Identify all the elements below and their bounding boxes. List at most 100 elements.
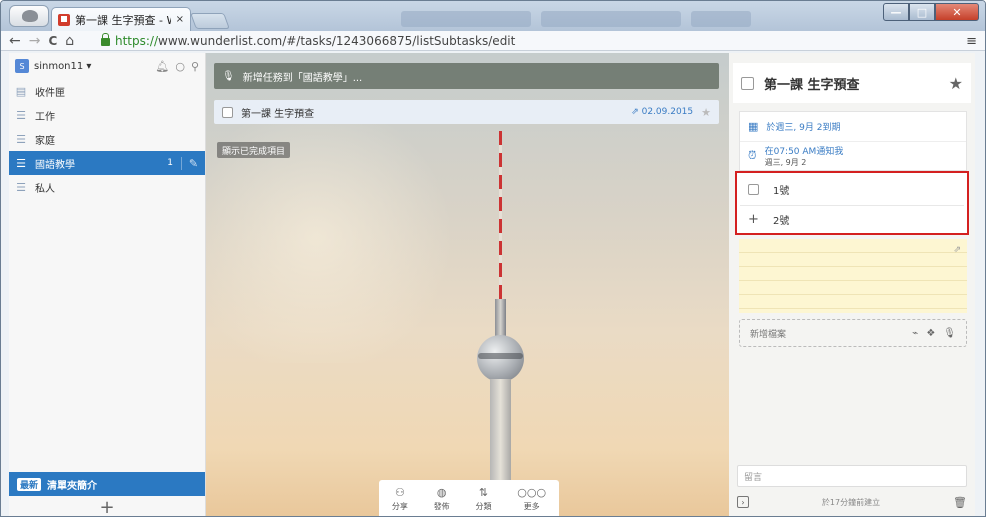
task-checkbox[interactable] — [222, 106, 233, 118]
due-date-text: 於週三, 9月 2到期 — [766, 123, 841, 133]
more-icon: ○○○ — [517, 486, 547, 499]
collapse-detail-icon[interactable]: › — [737, 496, 749, 508]
tv-tower-top — [495, 299, 506, 339]
folders-intro-banner[interactable]: 最新 清單夾簡介 — [9, 472, 205, 496]
created-time: 於17分鐘前建立 — [821, 497, 881, 507]
task-title: 第一課 生字預查 — [241, 108, 315, 120]
menu-icon[interactable]: ≡ — [966, 34, 977, 49]
sidebar-item-work[interactable]: ☰ 工作 — [9, 103, 205, 127]
share-button[interactable]: ⚇ 分享 — [392, 486, 408, 512]
dropbox-icon[interactable]: ❖ — [926, 328, 935, 339]
lock-icon — [101, 33, 110, 46]
list-toolbar: ⚇ 分享 ◍ 發佈 ⇅ 分類 ○○○ 更多 — [379, 480, 559, 516]
sidebar-item-family[interactable]: ☰ 家庭 — [9, 127, 205, 151]
maximize-button[interactable]: □ — [909, 3, 935, 21]
sidebar-item-label: 私人 — [35, 183, 55, 195]
share-icon: ⚇ — [394, 486, 405, 499]
sidebar-item-label: 家庭 — [35, 135, 55, 147]
bell-icon[interactable]: 🔔︎ — [155, 60, 169, 73]
reload-icon[interactable]: C — [48, 34, 57, 48]
add-task-input[interactable]: 🎙︎ 新增任務到「國語教學」... — [214, 63, 719, 89]
subtask-title: 1號 — [773, 185, 790, 197]
reminder-row[interactable]: ⏰︎ 在07:50 AM通知我 週三, 9月 2 — [740, 141, 966, 170]
folders-intro-label: 清單夾簡介 — [47, 480, 98, 492]
sidebar-item-private[interactable]: ☰ 私人 — [9, 175, 205, 199]
address-bar: ← → C ⌂ https:// www.wunderlist.com/#/ta… — [1, 31, 985, 51]
more-button[interactable]: ○○○ 更多 — [517, 486, 546, 512]
task-due-date: ⇗ 02.09.2015 — [631, 107, 694, 117]
url-scheme: https:// — [115, 34, 159, 48]
pencil-icon[interactable]: ✎ — [181, 156, 199, 170]
new-badge: 最新 — [17, 477, 42, 491]
publish-button[interactable]: ◍ 發佈 — [434, 486, 450, 512]
tab-bar: 第一課 生字預查 - W × — □ ✕ — [1, 1, 985, 31]
sort-icon: ⇅ — [478, 486, 489, 499]
minimize-button[interactable]: — — [883, 3, 909, 21]
subtask-checkbox[interactable] — [748, 183, 759, 195]
new-tab-button[interactable] — [190, 13, 230, 29]
new-subtask-input[interactable]: 2號 — [773, 212, 789, 227]
add-list-button[interactable]: + — [9, 496, 205, 517]
paperclip-icon[interactable]: ⌁ — [912, 328, 918, 339]
browser-logo-icon[interactable] — [9, 5, 49, 27]
date-reminder-box: ▦ 於週三, 9月 2到期 ⏰︎ 在07:50 AM通知我 週三, 9月 2 — [739, 111, 967, 171]
tab-title: 第一課 生字預查 - W — [75, 13, 171, 27]
show-completed-button[interactable]: 顯示已完成項目 — [217, 142, 291, 158]
url-field[interactable]: https:// www.wunderlist.com/#/tasks/1243… — [101, 33, 959, 49]
detail-title[interactable]: 第一課 生字預查 — [764, 74, 860, 93]
browser-window: 第一課 生字預查 - W × — □ ✕ ← → C ⌂ https:// ww… — [0, 0, 986, 517]
reminder-text: 在07:50 AM通知我 — [764, 147, 844, 157]
sidebar-item-inbox[interactable]: ▤ 收件匣 — [9, 79, 205, 103]
back-icon[interactable]: ← — [9, 33, 21, 49]
star-icon[interactable]: ★ — [701, 106, 711, 119]
detail-header: 第一課 生字預查 ★ — [733, 63, 971, 103]
comment-input[interactable]: 留言 — [737, 465, 967, 487]
add-file-label: 新增檔案 — [750, 329, 787, 340]
home-icon[interactable]: ⌂ — [65, 33, 74, 49]
sidebar-item-label: 收件匣 — [35, 87, 65, 99]
sidebar-item-label: 工作 — [35, 111, 55, 123]
url-text: www.wunderlist.com/#/tasks/1243066875/li… — [158, 34, 516, 48]
forward-icon[interactable]: → — [29, 33, 41, 49]
list-icon: ☰ — [16, 156, 26, 170]
trash-icon[interactable]: 🗑︎ — [953, 496, 967, 509]
task-list-pane: 🎙︎ 新增任務到「國語教學」... 第一課 生字預查 ⇗ 02.09.2015 … — [206, 53, 729, 516]
user-menu[interactable]: S sinmon11 ▾ 🔔︎ ○ ⚲ — [9, 53, 205, 79]
list-icon: ☰ — [16, 180, 26, 194]
add-task-placeholder: 新增任務到「國語教學」... — [242, 72, 363, 84]
subtask-row[interactable]: 1號 — [740, 175, 964, 203]
inbox-icon: ▤ — [15, 84, 27, 98]
detail-checkbox[interactable] — [741, 76, 754, 90]
tab-close-icon[interactable]: × — [176, 14, 184, 25]
alarm-clock-icon: ⏰︎ — [748, 149, 757, 162]
new-subtask-row[interactable]: + 2號 — [740, 205, 964, 233]
tv-tower-ring — [478, 353, 523, 359]
plus-icon: + — [748, 212, 759, 227]
notes-area[interactable]: ⇗ — [739, 239, 967, 313]
close-window-button[interactable]: ✕ — [935, 3, 979, 21]
due-date-row[interactable]: ▦ 於週三, 9月 2到期 — [740, 112, 966, 141]
add-file-area[interactable]: 新增檔案 ⌁ ❖ 🎙︎ — [739, 319, 967, 347]
wunderlist-favicon-icon — [58, 13, 70, 26]
reminder-date: 週三, 9月 2 — [764, 158, 807, 167]
sidebar-item-chinese-teaching[interactable]: ☰ 國語教學 1 ✎ — [9, 151, 205, 175]
task-detail-pane: 第一課 生字預查 ★ ▦ 於週三, 9月 2到期 ⏰︎ 在07:50 AM通知我… — [729, 53, 975, 516]
search-icon[interactable]: ⚲ — [191, 60, 199, 73]
blurred-window-title — [691, 11, 751, 27]
calendar-icon: ▦ — [748, 120, 759, 133]
blurred-window-title — [401, 11, 531, 27]
microphone-icon[interactable]: 🎙︎ — [943, 328, 956, 339]
sort-button[interactable]: ⇅ 分類 — [475, 486, 491, 512]
tab-active[interactable]: 第一課 生字預查 - W × — [51, 7, 191, 31]
subtasks-box: 1號 + 2號 — [735, 171, 969, 235]
star-icon[interactable]: ★ — [949, 74, 963, 93]
username[interactable]: sinmon11 ▾ — [34, 61, 91, 72]
expand-note-icon[interactable]: ⇗ — [953, 245, 961, 255]
task-row[interactable]: 第一課 生字預查 ⇗ 02.09.2015 ★ — [214, 100, 719, 124]
avatar[interactable]: S — [15, 59, 29, 73]
window-controls: — □ ✕ — [883, 3, 979, 21]
publish-icon: ◍ — [436, 486, 447, 499]
list-icon: ☰ — [16, 108, 26, 122]
chat-icon[interactable]: ○ — [175, 60, 185, 73]
microphone-icon[interactable]: 🎙︎ — [222, 71, 235, 82]
